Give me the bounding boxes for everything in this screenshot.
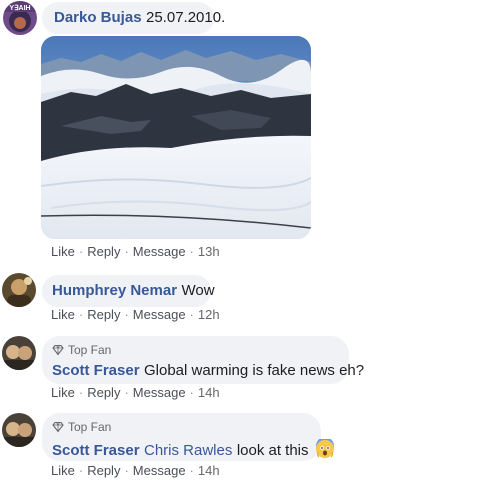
separator: · — [78, 244, 84, 259]
separator: · — [189, 463, 194, 478]
comment-4: Top Fan Scott Fraser Chris Rawles look a… — [0, 410, 500, 483]
top-fan-label: Top Fan — [68, 343, 112, 357]
top-fan-label: Top Fan — [68, 420, 112, 434]
comment-author[interactable]: Humphrey Nemar — [52, 282, 177, 299]
top-fan-badge: Top Fan — [52, 419, 311, 435]
separator: · — [124, 244, 129, 259]
comment-bubble: Top Fan Scott Fraser Chris Rawles look a… — [42, 413, 334, 461]
avatar-text: Y∃AIH — [9, 4, 30, 12]
avatar-image: Y∃AIH — [3, 1, 37, 35]
separator: · — [124, 307, 129, 322]
message-link[interactable]: Message — [133, 244, 186, 259]
comment-author[interactable]: Scott Fraser — [52, 442, 140, 459]
top-fan-badge: Top Fan — [52, 342, 339, 358]
separator: · — [78, 307, 84, 322]
avatar-image — [2, 336, 36, 370]
comment-actions: Like · Reply · Message · 12h — [51, 307, 220, 322]
surprised-emoji-icon — [315, 439, 334, 458]
message-link[interactable]: Message — [133, 463, 186, 478]
avatar[interactable]: Y∃AIH — [3, 1, 37, 35]
like-link[interactable]: Like — [51, 244, 75, 259]
reply-link[interactable]: Reply — [87, 244, 120, 259]
like-link[interactable]: Like — [51, 385, 75, 400]
diamond-icon — [52, 421, 64, 433]
comment-actions: Like · Reply · Message · 13h — [51, 244, 220, 259]
like-link[interactable]: Like — [51, 307, 75, 322]
comment-text: Global warming is fake news eh? — [144, 362, 365, 379]
comment-actions: Like · Reply · Message · 14h — [51, 385, 220, 400]
reply-link[interactable]: Reply — [87, 385, 120, 400]
avatar[interactable] — [2, 273, 36, 307]
separator: · — [189, 307, 194, 322]
comment-text: 25.07.2010. — [146, 9, 226, 26]
diamond-icon — [52, 344, 64, 356]
separator: · — [189, 244, 194, 259]
reply-link[interactable]: Reply — [87, 463, 120, 478]
comment-bubble: Darko Bujas 25.07.2010. — [42, 2, 225, 34]
timestamp[interactable]: 13h — [198, 244, 220, 259]
comment-text: Wow — [181, 282, 215, 299]
timestamp[interactable]: 12h — [198, 307, 220, 322]
avatar-image — [2, 273, 36, 307]
separator: · — [78, 385, 84, 400]
separator: · — [189, 385, 194, 400]
message-link[interactable]: Message — [133, 385, 186, 400]
comment-author[interactable]: Darko Bujas — [54, 9, 142, 26]
message-link[interactable]: Message — [133, 307, 186, 322]
separator: · — [78, 463, 84, 478]
avatar[interactable] — [2, 413, 36, 447]
comment-actions: Like · Reply · Message · 14h — [51, 463, 220, 478]
comment-2: Humphrey Nemar Wow Like · Reply · Message · 12… — [0, 270, 500, 330]
comment-author[interactable]: Scott Fraser — [52, 362, 140, 379]
separator: · — [124, 385, 129, 400]
timestamp[interactable]: 14h — [198, 463, 220, 478]
comment-1: Y∃AIH Darko Bujas 25.07.2010. Like · Rep… — [0, 0, 500, 262]
avatar[interactable] — [2, 336, 36, 370]
like-link[interactable]: Like — [51, 463, 75, 478]
mountain-photo-image — [41, 36, 311, 239]
attached-photo[interactable] — [41, 36, 311, 239]
reply-link[interactable]: Reply — [87, 307, 120, 322]
timestamp[interactable]: 14h — [198, 385, 220, 400]
comment-3: Top Fan Scott Fraser Global warming is f… — [0, 333, 500, 405]
comment-bubble: Top Fan Scott Fraser Global warming is f… — [42, 336, 364, 384]
separator: · — [124, 463, 129, 478]
comment-bubble: Humphrey Nemar Wow — [42, 275, 215, 307]
comment-text: look at this — [236, 442, 309, 459]
avatar-image — [2, 413, 36, 447]
mention-link[interactable]: Chris Rawles — [144, 442, 232, 459]
